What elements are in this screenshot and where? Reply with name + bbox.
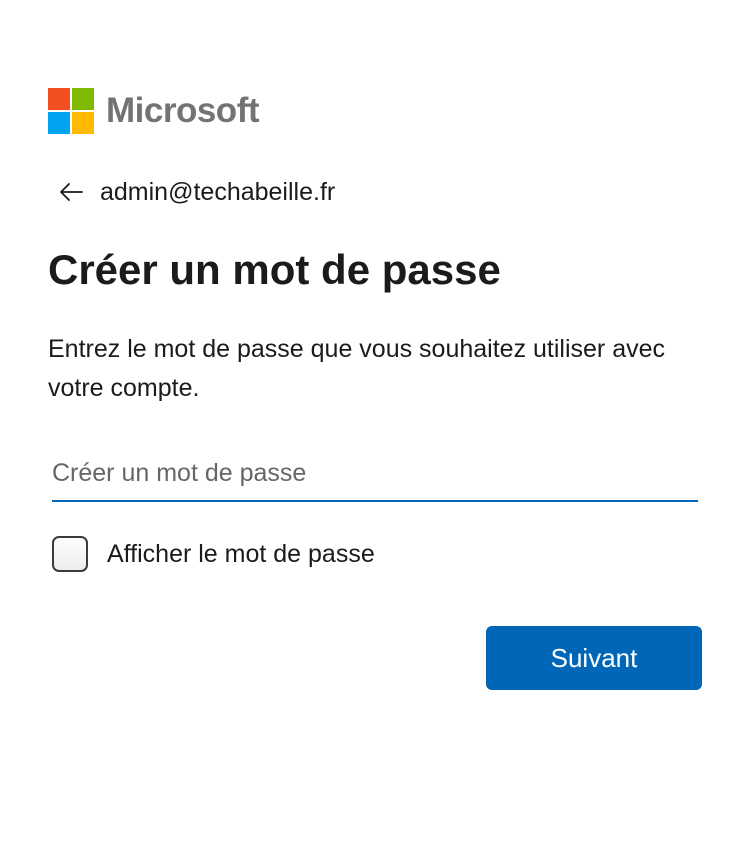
next-button[interactable]: Suivant: [486, 626, 702, 690]
arrow-left-icon[interactable]: [58, 180, 84, 204]
logo-square-green: [72, 87, 94, 110]
logo-square-blue: [48, 111, 70, 134]
logo-square-red: [48, 87, 70, 110]
microsoft-logo-icon: [48, 87, 94, 134]
identity-banner: admin@techabeille.fr: [58, 172, 335, 212]
page-title: Créer un mot de passe: [48, 246, 501, 293]
show-password-checkbox[interactable]: [52, 536, 88, 572]
microsoft-logo: Microsoft: [48, 87, 260, 134]
page-description: Entrez le mot de passe que vous souhaite…: [48, 335, 666, 402]
show-password-option[interactable]: Afficher le mot de passe: [52, 536, 375, 572]
logo-wordmark: Microsoft: [106, 90, 260, 130]
logo-square-yellow: [72, 111, 94, 134]
password-input[interactable]: [52, 446, 698, 502]
account-email: admin@techabeille.fr: [100, 177, 336, 206]
show-password-label: Afficher le mot de passe: [107, 539, 375, 568]
